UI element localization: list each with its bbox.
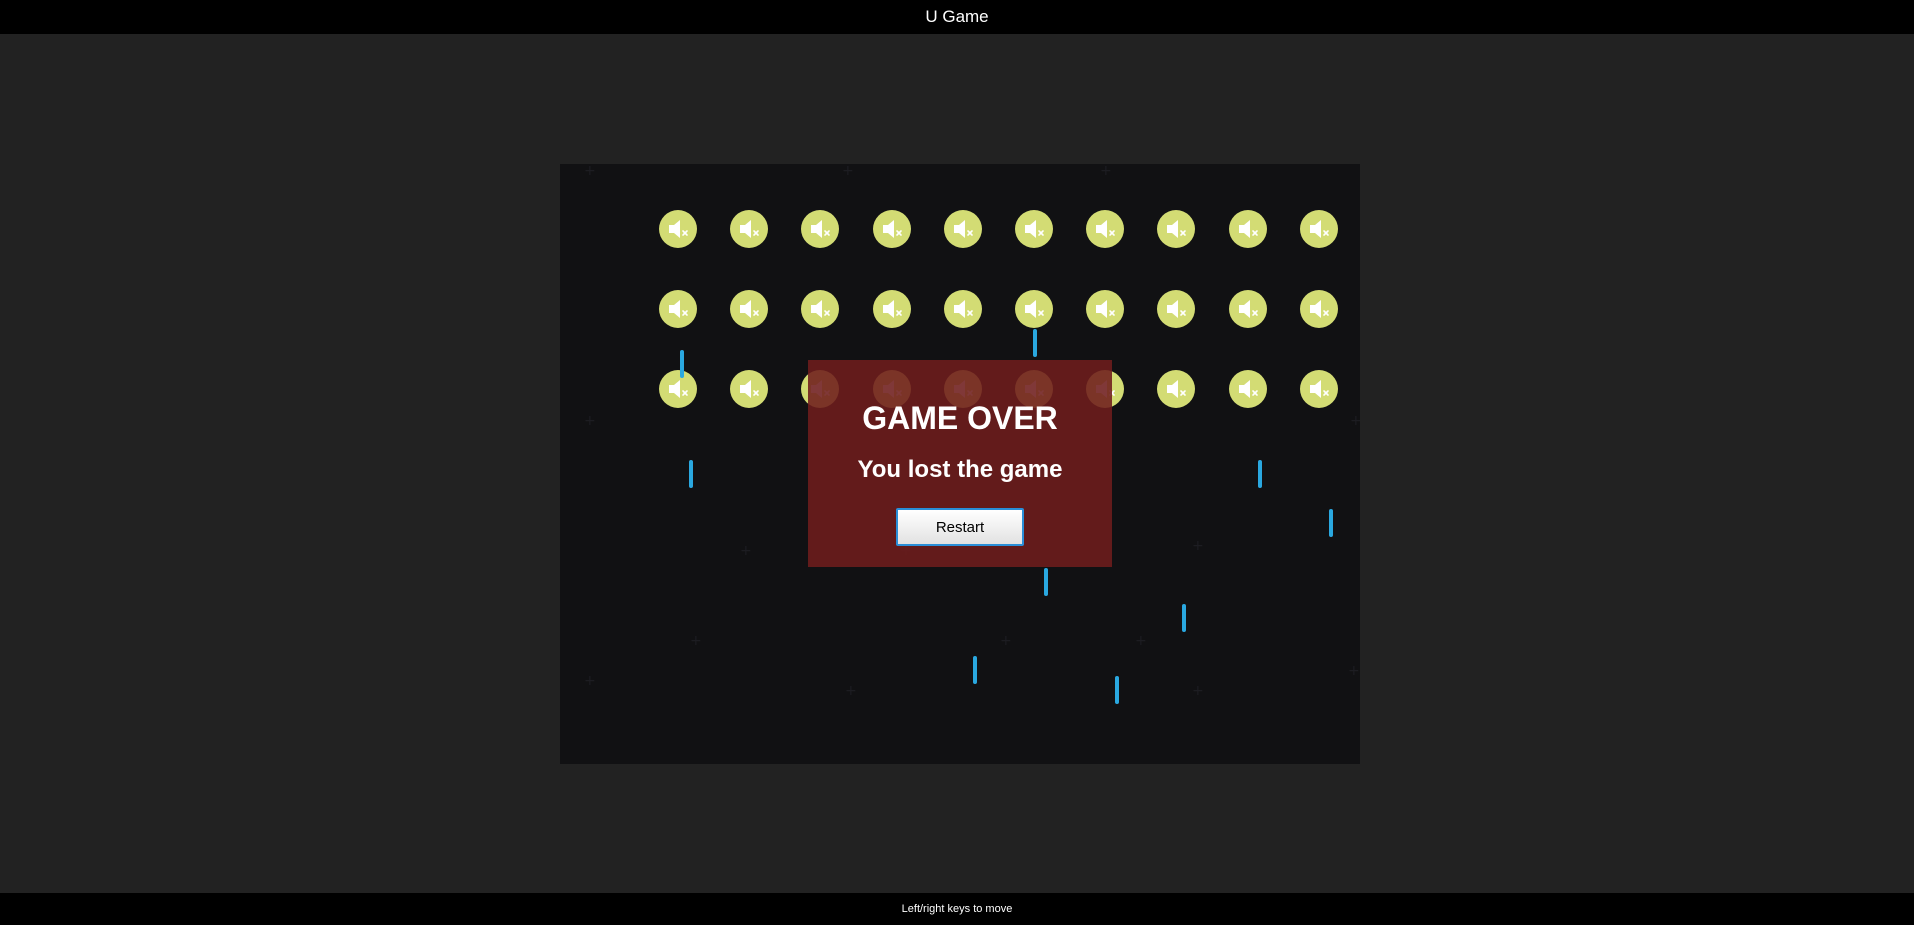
bullet (973, 656, 977, 684)
speaker-muted-glyph (1238, 220, 1258, 238)
background-star: + (690, 633, 702, 649)
bullet (1329, 509, 1333, 537)
title-bar: U Game (0, 0, 1914, 34)
speaker-muted-icon (872, 210, 911, 248)
background-star: + (740, 543, 752, 559)
speaker-muted-glyph (811, 300, 831, 318)
bullet (1115, 676, 1119, 704)
bullet (1044, 568, 1048, 596)
speaker-muted-icon (943, 210, 982, 248)
speaker-muted-glyph (740, 300, 759, 318)
speaker-muted-glyph (1238, 300, 1258, 318)
bullet (1258, 460, 1262, 488)
background-star: + (1000, 633, 1012, 649)
speaker-muted-icon (1157, 210, 1196, 248)
restart-button[interactable]: Restart (896, 508, 1024, 546)
speaker-muted-icon (872, 290, 911, 328)
background-star: + (584, 164, 596, 179)
speaker-muted-icon (943, 290, 982, 328)
speaker-muted-icon (730, 210, 769, 248)
speaker-muted-icon (1157, 290, 1196, 328)
game-over-title: GAME OVER (862, 400, 1058, 436)
speaker-muted-glyph (953, 300, 973, 318)
speaker-muted-glyph (740, 220, 759, 238)
speaker-muted-icon (1228, 210, 1267, 248)
background-star: + (584, 413, 596, 429)
speaker-muted-glyph (669, 300, 688, 318)
speaker-muted-icon (659, 370, 697, 408)
speaker-muted-glyph (1309, 220, 1329, 238)
background-star: + (1350, 413, 1360, 429)
bullet (689, 460, 693, 488)
speaker-muted-icon (659, 210, 697, 248)
background-star: + (584, 673, 596, 689)
speaker-muted-glyph (811, 220, 831, 238)
speaker-muted-glyph (1167, 220, 1187, 238)
bullet (1182, 604, 1186, 632)
speaker-muted-glyph (882, 220, 902, 238)
speaker-muted-glyph (740, 380, 759, 398)
bullet (680, 350, 684, 378)
speaker-muted-icon (1086, 210, 1125, 248)
speaker-muted-icon (1299, 290, 1338, 328)
background-star: + (1135, 633, 1147, 649)
speaker-muted-icon (1299, 370, 1338, 408)
speaker-muted-glyph (669, 380, 688, 398)
speaker-muted-glyph (953, 220, 973, 238)
game-over-message: You lost the game (857, 456, 1063, 483)
controls-hint-bar: Left/right keys to move (0, 893, 1914, 925)
speaker-muted-icon (730, 370, 769, 408)
speaker-muted-icon (801, 290, 840, 328)
speaker-muted-icon (1299, 210, 1338, 248)
speaker-muted-glyph (1096, 220, 1115, 238)
speaker-muted-icon (1015, 210, 1053, 248)
speaker-muted-icon (1228, 370, 1267, 408)
background-star: + (845, 683, 857, 699)
speaker-muted-icon (1086, 290, 1125, 328)
speaker-muted-icon (801, 210, 840, 248)
speaker-muted-glyph (1025, 300, 1044, 318)
app-title: U Game (925, 7, 989, 26)
speaker-muted-glyph (1025, 220, 1044, 238)
speaker-muted-glyph (1167, 380, 1187, 398)
speaker-muted-glyph (882, 300, 902, 318)
bullet (1033, 329, 1037, 357)
background-star: + (1100, 164, 1112, 179)
speaker-muted-icon (659, 290, 697, 328)
background-star: + (1348, 663, 1360, 679)
background-star: + (842, 164, 854, 179)
background-star: + (1192, 538, 1204, 554)
game-board[interactable]: +++++++++++++++++ GAME OVER You lost the… (560, 164, 1360, 764)
speaker-muted-icon (1228, 290, 1267, 328)
speaker-muted-glyph (1309, 380, 1329, 398)
controls-hint: Left/right keys to move (901, 903, 1013, 915)
speaker-muted-glyph (669, 220, 688, 238)
speaker-muted-icon (730, 290, 769, 328)
speaker-muted-glyph (1238, 380, 1258, 398)
background-star: + (1192, 683, 1204, 699)
game-over-dialog: GAME OVER You lost the game Restart (808, 360, 1112, 567)
speaker-muted-glyph (1167, 300, 1187, 318)
speaker-muted-glyph (1096, 300, 1115, 318)
speaker-muted-icon (1157, 370, 1196, 408)
speaker-muted-icon (1015, 290, 1053, 328)
speaker-muted-glyph (1309, 300, 1329, 318)
